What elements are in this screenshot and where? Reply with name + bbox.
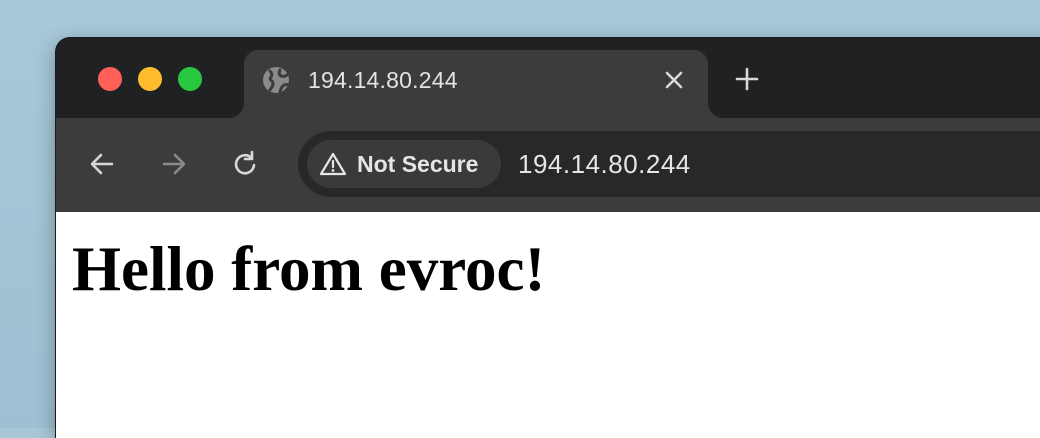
window-maximize-button[interactable] [178,67,202,91]
globe-icon [263,67,290,94]
window-minimize-button[interactable] [138,67,162,91]
reload-icon[interactable] [230,148,262,180]
browser-tab[interactable]: 194.14.80.244 [228,50,724,118]
page-heading: Hello from evroc! [72,234,546,304]
address-bar[interactable]: Not Secure 194.14.80.244 [298,131,1040,197]
toolbar: Not Secure 194.14.80.244 [56,118,1040,213]
plus-icon[interactable] [732,64,762,94]
url-text[interactable]: 194.14.80.244 [518,149,691,179]
tab-title: 194.14.80.244 [308,67,458,93]
security-label: Not Secure [357,151,479,177]
title-bar: 194.14.80.244 [56,38,1040,118]
window-close-button[interactable] [98,67,122,91]
warning-triangle-icon [319,152,347,176]
page-content: Hello from evroc! [56,212,1040,438]
arrow-left-icon[interactable] [86,148,118,180]
security-chip[interactable]: Not Secure [307,140,501,188]
browser-window: 194.14.80.244 Not Secure 194.14.80.244 H… [56,38,1040,438]
arrow-right-icon[interactable] [158,148,190,180]
close-icon[interactable] [661,67,687,93]
